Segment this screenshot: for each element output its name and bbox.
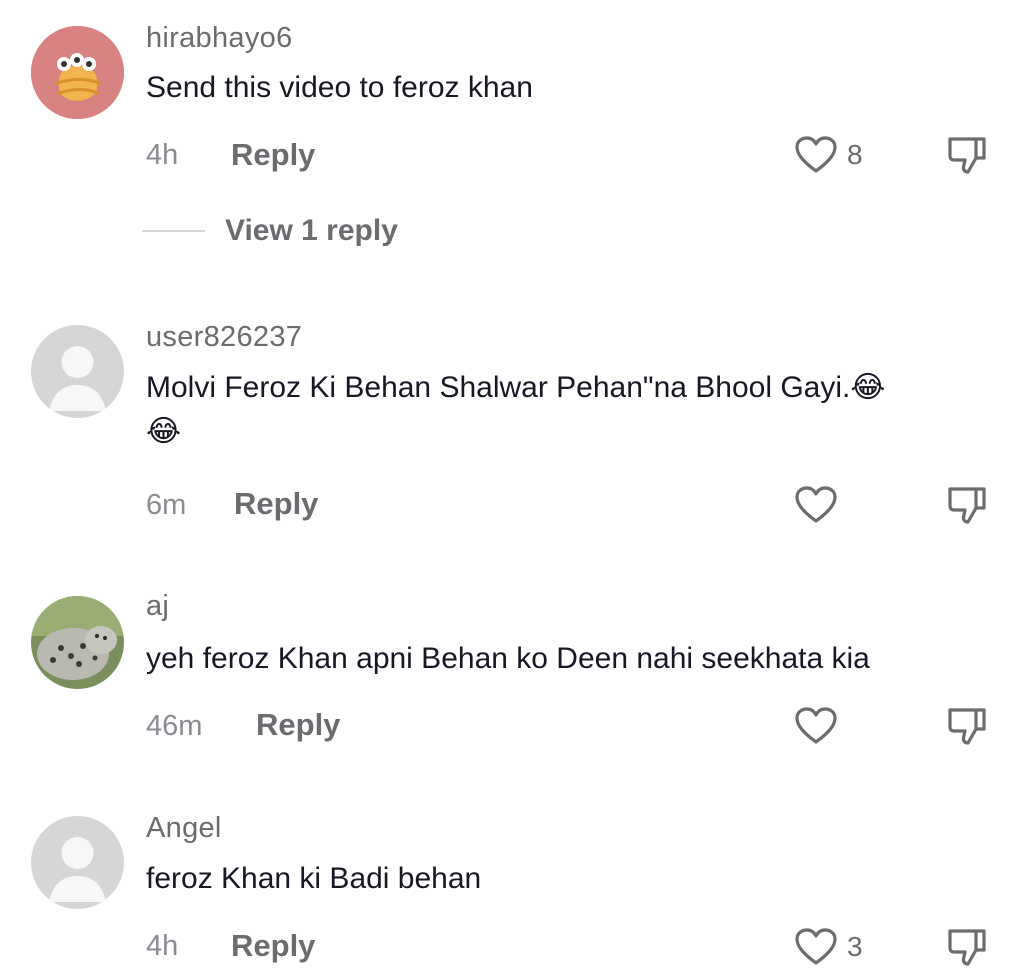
reply-button[interactable]: Reply: [231, 928, 315, 964]
avatar[interactable]: [31, 325, 124, 418]
like-count: 8: [847, 139, 863, 170]
divider-line: [142, 230, 205, 232]
comment-text: yeh feroz Khan apni Behan ko Deen nahi s…: [146, 642, 870, 675]
thumbs-down-icon: [946, 705, 988, 747]
thumbs-down-icon: [946, 484, 988, 526]
comment-time: 6m: [146, 489, 187, 521]
avatar[interactable]: [31, 26, 124, 119]
reply-button[interactable]: Reply: [231, 137, 315, 173]
avatar-image: [31, 26, 124, 119]
heart-icon: [795, 928, 837, 966]
heart-icon: [795, 136, 837, 174]
default-avatar-icon: [31, 325, 124, 418]
comment-text: feroz Khan ki Badi behan: [146, 862, 482, 895]
like-button[interactable]: [795, 486, 837, 524]
view-replies-button[interactable]: View 1 reply: [142, 214, 398, 248]
like-count: 3: [847, 931, 863, 962]
heart-icon: [795, 486, 837, 524]
comment-time: 4h: [146, 930, 179, 962]
dislike-button[interactable]: [946, 134, 988, 176]
dislike-button[interactable]: [946, 926, 988, 968]
comment-time: 46m: [146, 710, 203, 742]
comment-text-line: 😂: [146, 414, 182, 449]
view-replies-label: View 1 reply: [225, 214, 398, 247]
like-button[interactable]: 8: [795, 136, 863, 174]
dislike-button[interactable]: [946, 705, 988, 747]
like-button[interactable]: 3: [795, 928, 863, 966]
reply-button[interactable]: Reply: [256, 707, 340, 743]
thumbs-down-icon: [946, 134, 988, 176]
comment-time: 4h: [146, 139, 179, 171]
comment-username[interactable]: aj: [146, 590, 169, 623]
like-button[interactable]: [795, 707, 837, 745]
avatar[interactable]: [31, 816, 124, 909]
comment-text: Molvi Feroz Ki Behan Shalwar Pehan"na Bh…: [146, 366, 986, 454]
dislike-button[interactable]: [946, 484, 988, 526]
avatar[interactable]: [31, 596, 124, 689]
comment-username[interactable]: Angel: [146, 812, 222, 845]
avatar-image: [31, 596, 124, 689]
comment-username[interactable]: hirabhayo6: [146, 22, 293, 55]
comment-text: Send this video to feroz khan: [146, 71, 533, 104]
heart-icon: [795, 707, 837, 745]
thumbs-down-icon: [946, 926, 988, 968]
comment-username[interactable]: user826237: [146, 321, 302, 354]
comment-text-line: Molvi Feroz Ki Behan Shalwar Pehan"na Bh…: [146, 371, 886, 404]
reply-button[interactable]: Reply: [234, 486, 318, 522]
default-avatar-icon: [31, 816, 124, 909]
